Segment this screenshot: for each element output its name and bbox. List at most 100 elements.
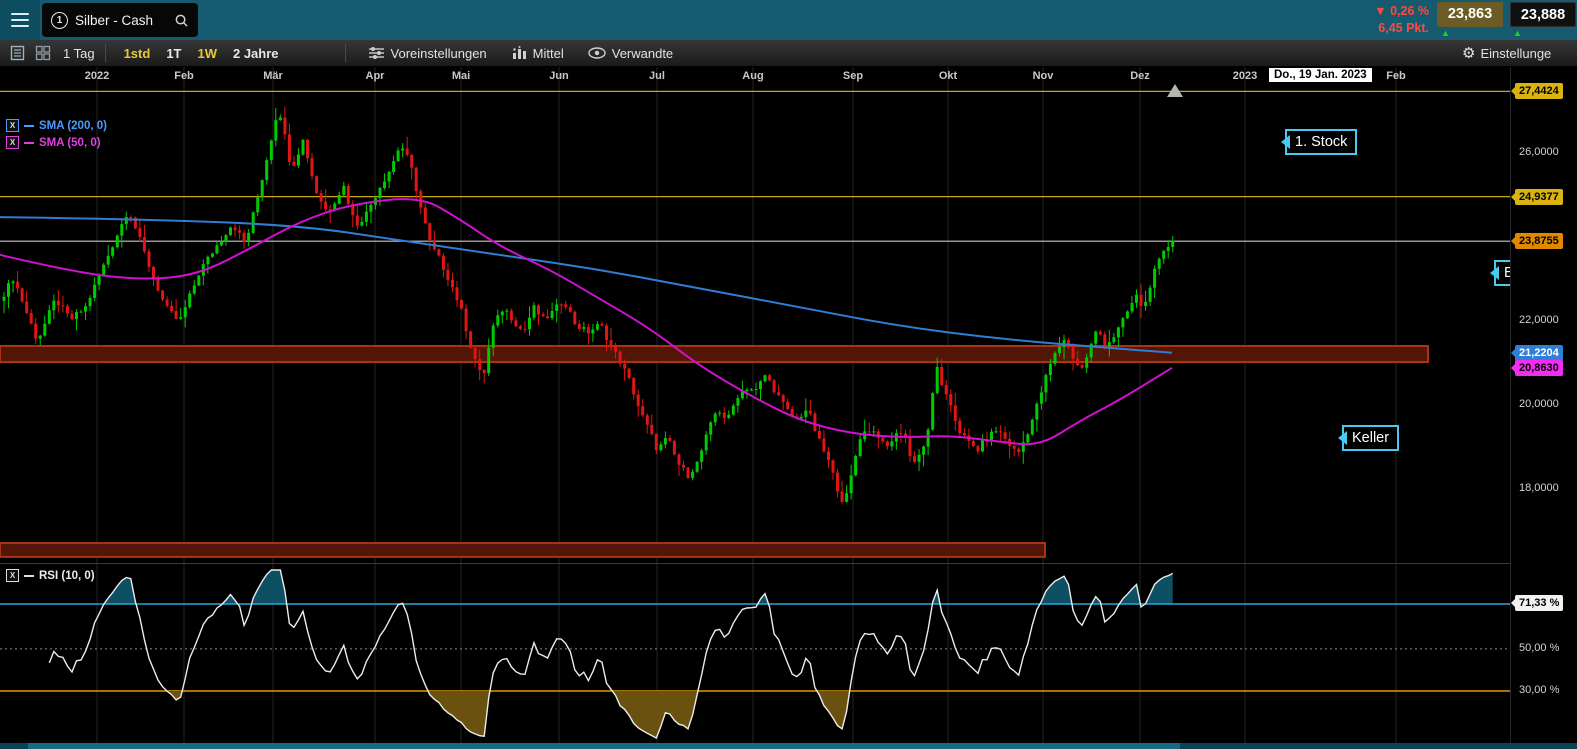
ask-up-triangle-icon: ▲	[1513, 28, 1522, 38]
range-dropdown[interactable]: 1 Tag	[63, 46, 95, 61]
timeframe-1std[interactable]: 1std	[124, 46, 151, 61]
bar-chart-icon	[511, 46, 527, 60]
instrument-selector[interactable]: 1 Silber - Cash	[42, 3, 198, 37]
settings-button[interactable]: ⚙ Einstellunge	[1462, 44, 1551, 62]
down-triangle-icon: ▼	[1374, 4, 1386, 18]
price-chart-panel[interactable]: 2022FebMärAprMaiJunJulAugSepOktNovDez202…	[0, 67, 1510, 563]
axis-tag-arrow-icon	[1506, 363, 1516, 373]
axis-month-label: Dez	[1130, 70, 1150, 82]
chart-list-button[interactable]	[10, 45, 25, 61]
rsi-panel[interactable]: X RSI (10, 0)	[0, 563, 1510, 743]
change-points: 6,45 Pkt.	[1374, 20, 1429, 37]
toolbar-separator	[345, 44, 346, 62]
rsi-line-swatch	[24, 575, 34, 577]
rsi-axis-label: 30,00 %	[1519, 682, 1559, 698]
axis-month-label: Mai	[452, 70, 470, 82]
remove-rsi-button[interactable]: X	[6, 569, 19, 582]
axis-month-label: Apr	[366, 70, 385, 82]
menu-button[interactable]	[0, 0, 40, 40]
annotation-keller-label: Keller	[1352, 430, 1389, 446]
change-percent: ▼ 0,26 %	[1374, 3, 1429, 20]
horizontal-scrollbar[interactable]	[0, 743, 1577, 749]
date-tooltip: Do., 19 Jan. 2023	[1268, 67, 1373, 83]
level-lines	[0, 91, 1510, 241]
bid-price: 23,863	[1448, 6, 1492, 22]
related-button[interactable]: Verwandte	[588, 46, 673, 61]
candles-layer	[3, 107, 1175, 504]
chart-toolbar: 1 Tag 1std 1T 1W 2 Jahre Voreinstellunge…	[0, 40, 1577, 67]
sma200-label: SMA (200, 0)	[39, 120, 107, 132]
axis-month-label: Okt	[939, 70, 957, 82]
price-axis-label: 20,8630	[1515, 360, 1563, 376]
annotation-1-stock[interactable]: 1. Stock	[1285, 129, 1357, 155]
axis-month-label: Mär	[263, 70, 283, 82]
rsi-oversold-fill	[49, 564, 1172, 738]
search-icon[interactable]	[174, 13, 189, 28]
annotation-1-stock-label: 1. Stock	[1295, 134, 1347, 150]
price-axis-label: 23,8755	[1515, 233, 1563, 249]
gear-icon: ⚙	[1462, 44, 1475, 62]
instrument-badge: 1	[51, 12, 68, 29]
axis-month-label: Feb	[174, 70, 194, 82]
toolbar-separator	[105, 44, 106, 62]
price-axis-label: 22,0000	[1519, 312, 1559, 328]
rsi-line	[49, 570, 1172, 738]
axis-month-label: Jul	[649, 70, 665, 82]
axis-tag-arrow-icon	[1506, 86, 1516, 96]
axis-month-label: Jun	[549, 70, 569, 82]
ask-price: 23,888	[1521, 7, 1565, 23]
ask-price-box[interactable]: 23,888	[1510, 2, 1576, 27]
axis-month-label: Sep	[843, 70, 863, 82]
axis-month-label: Aug	[742, 70, 763, 82]
layout-grid-button[interactable]	[35, 45, 51, 61]
price-axis-label: 26,0000	[1519, 144, 1559, 160]
axis-month-label: 2023	[1233, 70, 1257, 82]
price-axis-label: 24,9377	[1515, 189, 1563, 205]
scrollbar-handle[interactable]	[28, 743, 1180, 749]
legend-sma50: X SMA (50, 0)	[6, 136, 107, 149]
rsi-chart[interactable]	[0, 564, 1510, 743]
indicator-legend: X SMA (200, 0) X SMA (50, 0)	[6, 119, 107, 149]
axis-tag-arrow-icon	[1506, 598, 1516, 608]
price-axis-label: 20,0000	[1519, 396, 1559, 412]
support-zones	[0, 346, 1428, 557]
document-icon	[10, 45, 25, 61]
sma200-line-swatch	[24, 125, 34, 127]
axis-tag-arrow-icon	[1506, 348, 1516, 358]
indicators-button[interactable]: Mittel	[511, 46, 564, 61]
hamburger-icon	[11, 13, 29, 15]
price-axis-label: 27,4424	[1515, 83, 1563, 99]
quote-change: ▼ 0,26 % 6,45 Pkt.	[1374, 3, 1429, 37]
price-axis-label: 21,2204	[1515, 345, 1563, 361]
bid-price-box[interactable]: 23,863	[1437, 2, 1503, 27]
rsi-label: RSI (10, 0)	[39, 570, 95, 582]
sma200-line	[0, 217, 1172, 353]
indicators-label: Mittel	[533, 46, 564, 61]
annotation-edge-clipped[interactable]: E	[1494, 260, 1510, 286]
timeframe-2jahre[interactable]: 2 Jahre	[233, 46, 279, 61]
gridlines	[97, 67, 1396, 563]
timeframe-1w[interactable]: 1W	[197, 46, 217, 61]
sliders-icon	[368, 46, 385, 60]
axis-tag-arrow-icon	[1506, 192, 1516, 202]
remove-sma50-button[interactable]: X	[6, 136, 19, 149]
sma50-line-swatch	[24, 142, 34, 144]
timeframe-1t[interactable]: 1T	[166, 46, 181, 61]
time-slider-marker[interactable]	[1167, 84, 1183, 97]
sma50-label: SMA (50, 0)	[39, 137, 101, 149]
price-axis[interactable]: 27,4424 26,0000 24,9377 23,8755 22,0000 21,22…	[1510, 67, 1577, 743]
remove-sma200-button[interactable]: X	[6, 119, 19, 132]
legend-rsi: X RSI (10, 0)	[6, 569, 95, 582]
rsi-gridlines	[97, 564, 1396, 743]
axis-month-label: Feb	[1386, 70, 1406, 82]
presets-button[interactable]: Voreinstellungen	[368, 46, 487, 61]
annotation-edge-label: E	[1504, 265, 1510, 281]
price-axis-label: 18,0000	[1519, 480, 1559, 496]
eye-icon	[588, 47, 606, 59]
related-label: Verwandte	[612, 46, 673, 61]
presets-label: Voreinstellungen	[391, 46, 487, 61]
axis-tag-arrow-icon	[1506, 236, 1516, 246]
rsi-legend: X RSI (10, 0)	[6, 569, 95, 582]
annotation-keller[interactable]: Keller	[1342, 425, 1399, 451]
topbar: 1 Silber - Cash ▼ 0,26 % 6,45 Pkt. 23,86…	[0, 0, 1577, 40]
